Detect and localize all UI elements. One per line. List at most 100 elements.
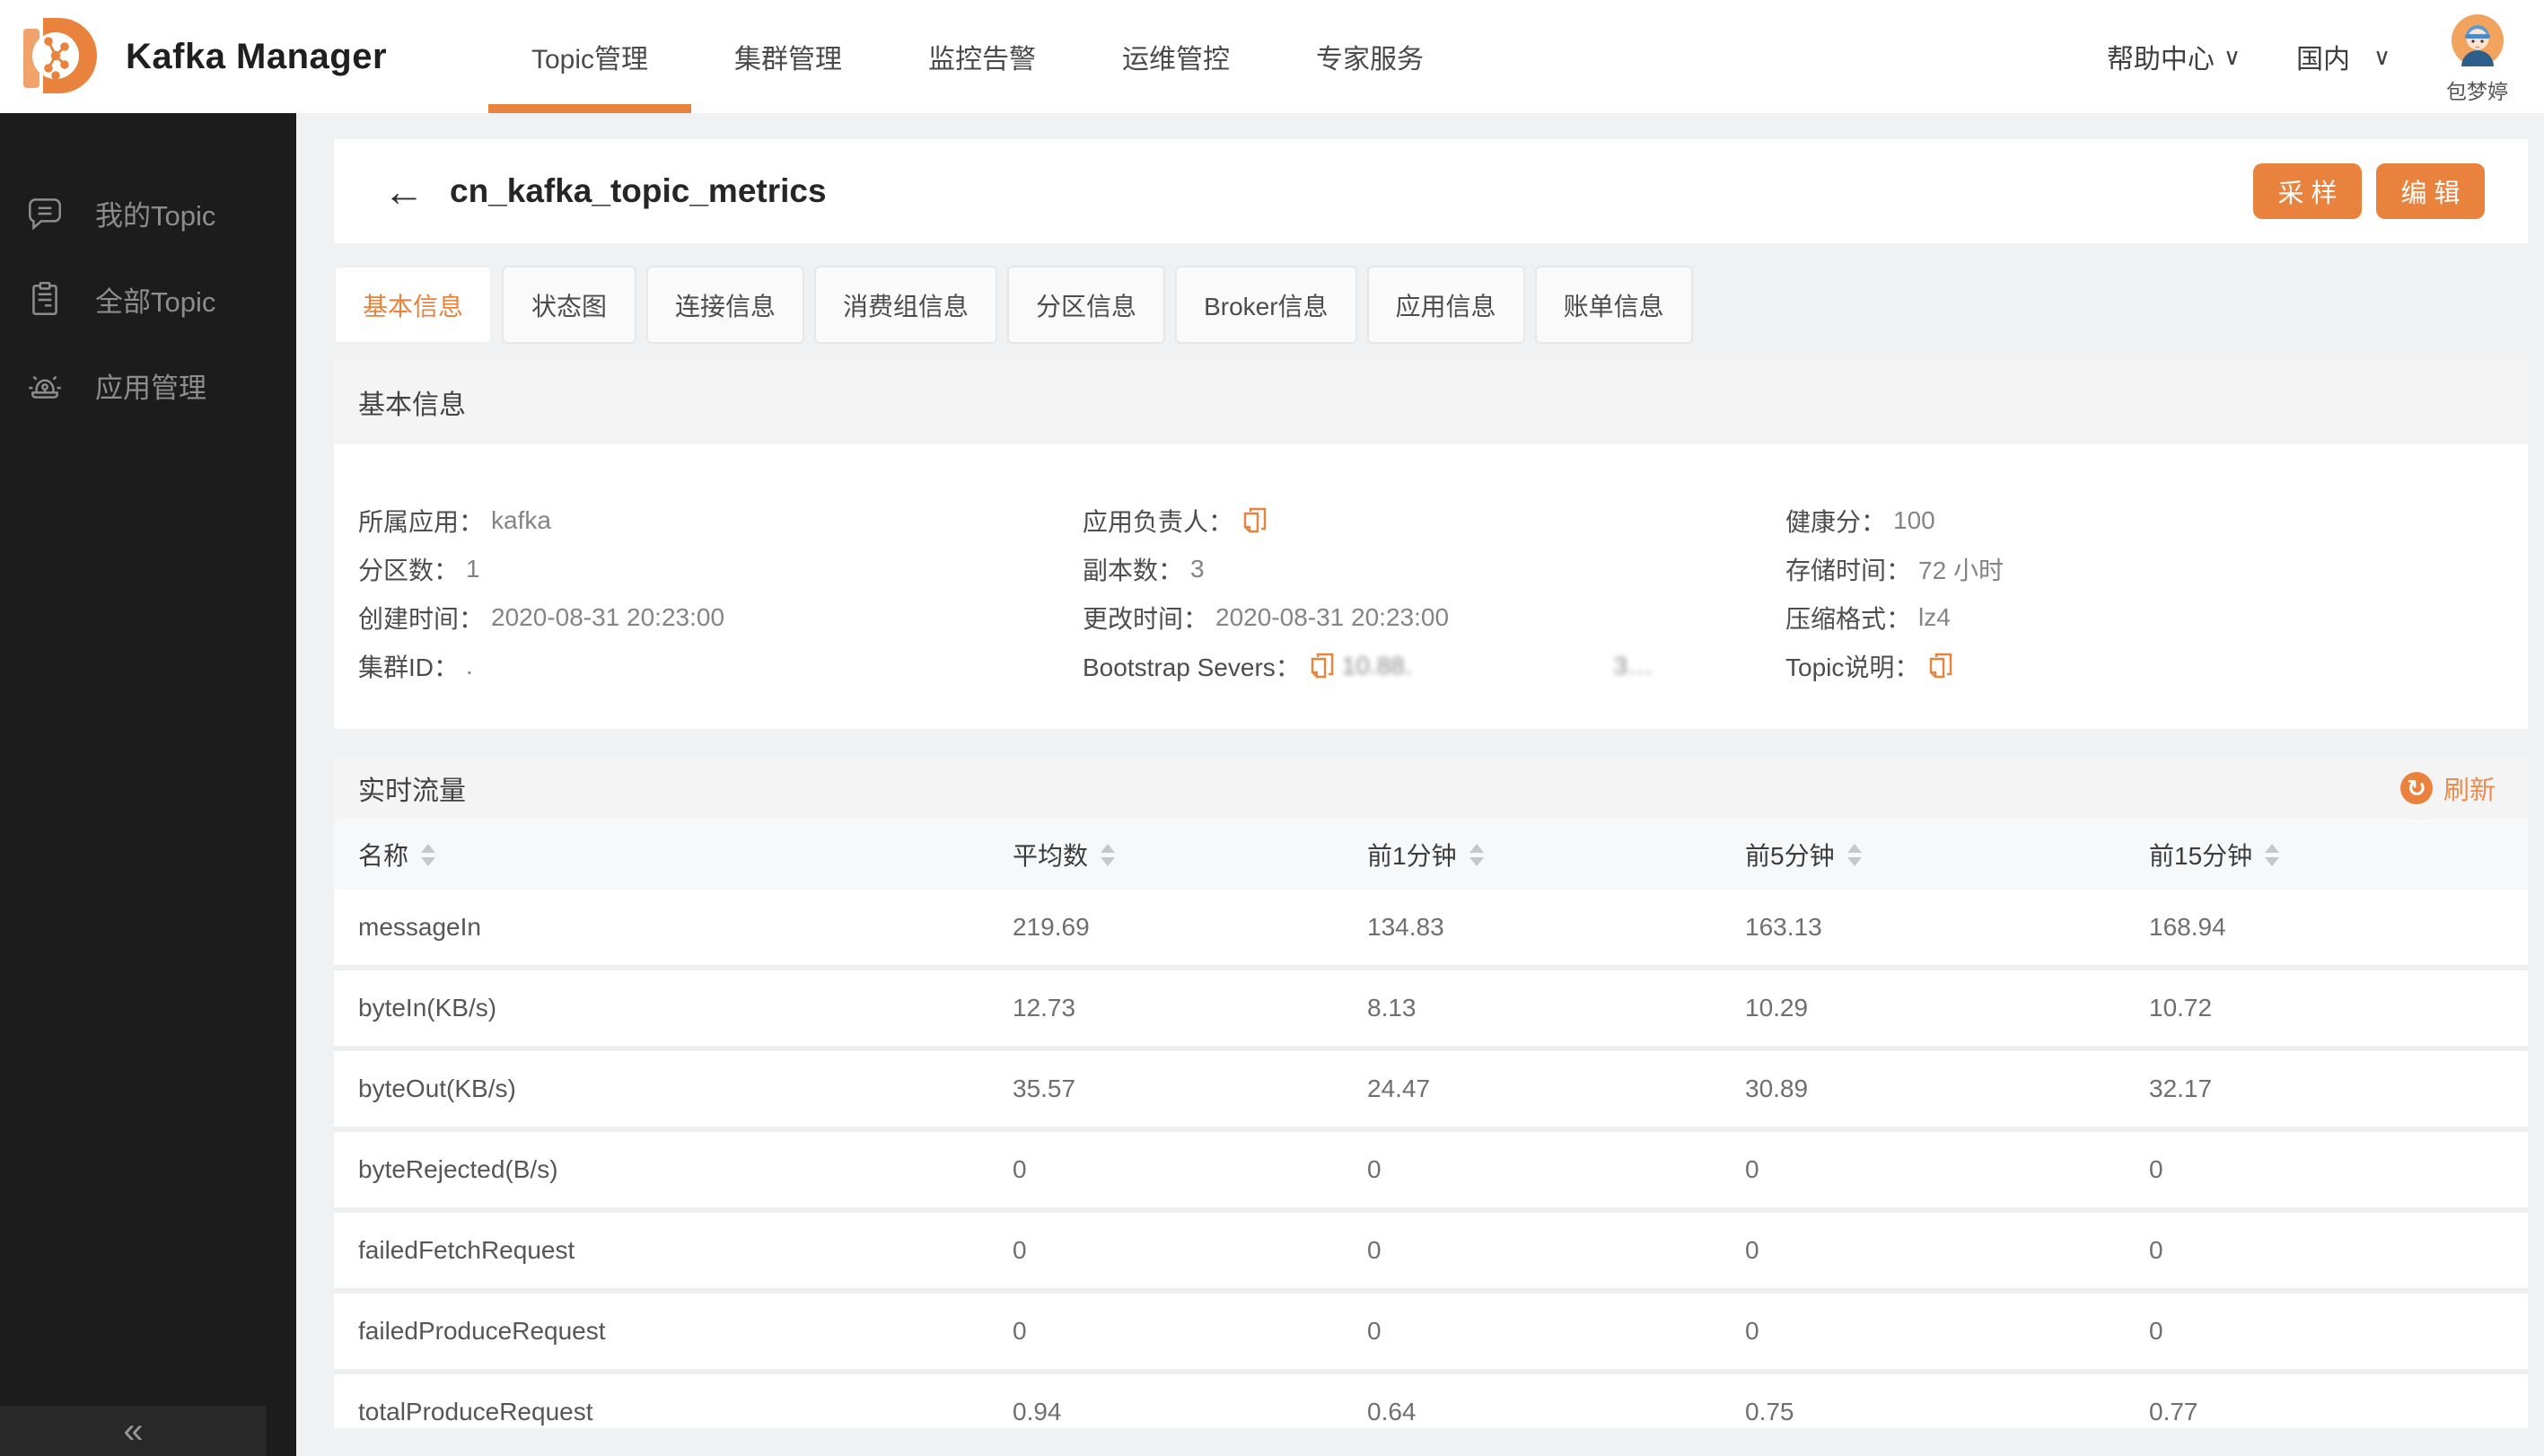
tab-app-info[interactable]: 应用信息 [1366, 266, 1525, 344]
tab-broker-info[interactable]: Broker信息 [1175, 266, 1357, 344]
chevron-down-icon: ∨ [2373, 42, 2390, 70]
back-arrow-icon[interactable]: ← [383, 171, 425, 212]
edit-button[interactable]: 编 辑 [2376, 163, 2485, 219]
metric-name-cell: byteRejected(B/s) [358, 1155, 558, 1183]
sort-icon[interactable] [1847, 843, 1862, 866]
refresh-label: 刷新 [2443, 776, 2496, 805]
column-header-4: 前15分钟 [2149, 837, 2528, 873]
field-label: 应用负责人： [1083, 508, 1234, 536]
region-label: 国内 [2295, 45, 2350, 75]
table-row: byteIn(KB/s) 12.73 8.13 10.29 10.72 [334, 970, 2528, 1051]
tab-partition-info[interactable]: 分区信息 [1007, 266, 1166, 344]
metric-value-cell: 32.17 [2149, 1074, 2213, 1102]
table-row: totalProduceRequest 0.94 0.64 0.75 0.77 [334, 1374, 2528, 1428]
metric-value-cell: 0 [2149, 1236, 2163, 1264]
tab-label: 消费组信息 [843, 292, 969, 320]
table-row: messageIn 219.69 134.83 163.13 168.94 [334, 890, 2528, 970]
sidebar-item-app-management[interactable]: 应用管理 [0, 342, 296, 428]
metric-name-cell: messageIn [358, 913, 481, 941]
sidebar-item-label: 全部Topic [95, 285, 216, 318]
nav-item-topic-management[interactable]: Topic管理 [488, 0, 692, 113]
basic-info-field: Topic说明： [1785, 642, 2528, 690]
tab-label: 账单信息 [1563, 292, 1664, 320]
tab-connection-info[interactable]: 连接信息 [646, 266, 805, 344]
field-value: 2020-08-31 20:23:00 [1215, 603, 1450, 631]
table-row: byteRejected(B/s) 0 0 0 0 [334, 1132, 2528, 1213]
copy-icon[interactable] [1928, 652, 1953, 680]
metric-value-cell: 0 [1745, 1317, 1759, 1345]
field-label: 分区数： [358, 557, 460, 584]
sample-button[interactable]: 采 样 [2253, 163, 2362, 219]
nav-item-cluster-management[interactable]: 集群管理 [734, 0, 842, 113]
metric-name-cell: totalProduceRequest [358, 1398, 593, 1425]
field-label: 存储时间： [1785, 557, 1912, 584]
column-header-0: 名称 [358, 837, 1013, 873]
nav-item-monitor-alert[interactable]: 监控告警 [928, 0, 1036, 113]
user-menu[interactable]: 包梦婷 [2446, 13, 2508, 105]
metric-value-cell: 0.77 [2149, 1398, 2198, 1425]
tab-label: 分区信息 [1036, 292, 1137, 320]
basic-info-field: 副本数： 3 [1083, 545, 1785, 593]
sidebar-menu: 我的Topic 全部Topic 应用管理 [0, 113, 296, 428]
app-title: Kafka Manager [126, 36, 388, 76]
table-row: failedProduceRequest 0 0 0 0 [334, 1294, 2528, 1374]
field-value: 3 [1190, 555, 1205, 583]
nav-item-ops-control[interactable]: 运维管控 [1122, 0, 1230, 113]
sort-asc-icon [2265, 843, 2280, 853]
chevron-down-icon: ∨ [2223, 42, 2241, 70]
sidebar-item-all-topic[interactable]: 全部Topic [0, 256, 296, 342]
copy-icon[interactable] [1242, 506, 1268, 535]
sort-icon[interactable] [2265, 843, 2280, 866]
metric-value-cell: 0 [2149, 1317, 2163, 1345]
tab-billing-info[interactable]: 账单信息 [1534, 266, 1693, 344]
sort-icon[interactable] [1469, 843, 1484, 866]
basic-info-card: 基本信息 所属应用： kafka 分区数： 1 创建时间： 2020-08-31 20:2… [334, 359, 2528, 729]
field-label: 压缩格式： [1785, 605, 1912, 633]
basic-info-field: 健康分： 100 [1785, 496, 2528, 545]
metric-value-cell: 0 [1367, 1317, 1382, 1345]
metric-value-cell: 35.57 [1013, 1074, 1076, 1102]
field-label: 所属应用： [358, 508, 485, 536]
tab-status-chart[interactable]: 状态图 [502, 266, 637, 344]
field-label: 健康分： [1785, 508, 1887, 536]
sort-asc-icon [1847, 843, 1862, 853]
field-label: 更改时间： [1083, 605, 1209, 633]
sort-icon[interactable] [421, 843, 436, 866]
sort-desc-icon [2265, 856, 2280, 866]
sort-desc-icon [421, 856, 436, 866]
metric-value-cell: 0.64 [1367, 1398, 1417, 1425]
clipboard-icon [24, 278, 66, 320]
sort-icon[interactable] [1101, 843, 1116, 866]
sidebar-item-label: 我的Topic [95, 199, 216, 232]
metric-name-cell: failedProduceRequest [358, 1317, 606, 1345]
metric-value-cell: 0.75 [1745, 1398, 1794, 1425]
nav-item-expert-service[interactable]: 专家服务 [1316, 0, 1424, 113]
metric-value-cell: 168.94 [2149, 913, 2226, 941]
help-center-menu[interactable]: 帮助中心 ∨ [2107, 37, 2241, 76]
nav-item-label: 运维管控 [1122, 45, 1231, 75]
column-header-label: 前1分钟 [1367, 842, 1457, 870]
column-header-2: 前1分钟 [1367, 837, 1745, 873]
copy-icon[interactable] [1310, 652, 1335, 680]
basic-info-field: Bootstrap Severs： 10.88. 3… [1083, 642, 1785, 690]
metric-value-cell: 163.13 [1745, 913, 1822, 941]
sidebar-item-my-topic[interactable]: 我的Topic [0, 170, 296, 256]
refresh-button[interactable]: ↻ 刷新 [2399, 769, 2496, 807]
sort-desc-icon [1847, 856, 1862, 866]
basic-info-field: 集群ID：. [358, 642, 1083, 690]
metric-value-cell: 0 [2149, 1155, 2163, 1183]
tab-basic-info[interactable]: 基本信息 [334, 266, 493, 344]
metric-value-cell: 30.89 [1745, 1074, 1809, 1102]
sidebar-collapse-button[interactable]: « [0, 1406, 267, 1456]
basic-info-field: 应用负责人： [1083, 496, 1785, 545]
field-value: 10.88. [1341, 652, 1412, 680]
tab-consumer-group-info[interactable]: 消费组信息 [814, 266, 998, 344]
header-right: 帮助中心 ∨ 国内 ∨ 包梦婷 [2107, 0, 2508, 113]
main-nav: Topic管理 集群管理 监控告警 运维管控 专家服务 [488, 0, 1424, 113]
region-menu[interactable]: 国内 ∨ [2296, 37, 2390, 76]
tab-label: 基本信息 [363, 292, 464, 320]
field-label: Topic说明： [1785, 653, 1920, 681]
metric-value-cell: 219.69 [1013, 913, 1090, 941]
field-value: 100 [1893, 506, 1935, 534]
main-content: ← cn_kafka_topic_metrics 采 样 编 辑 基本信息 状态图… [296, 113, 2544, 1456]
